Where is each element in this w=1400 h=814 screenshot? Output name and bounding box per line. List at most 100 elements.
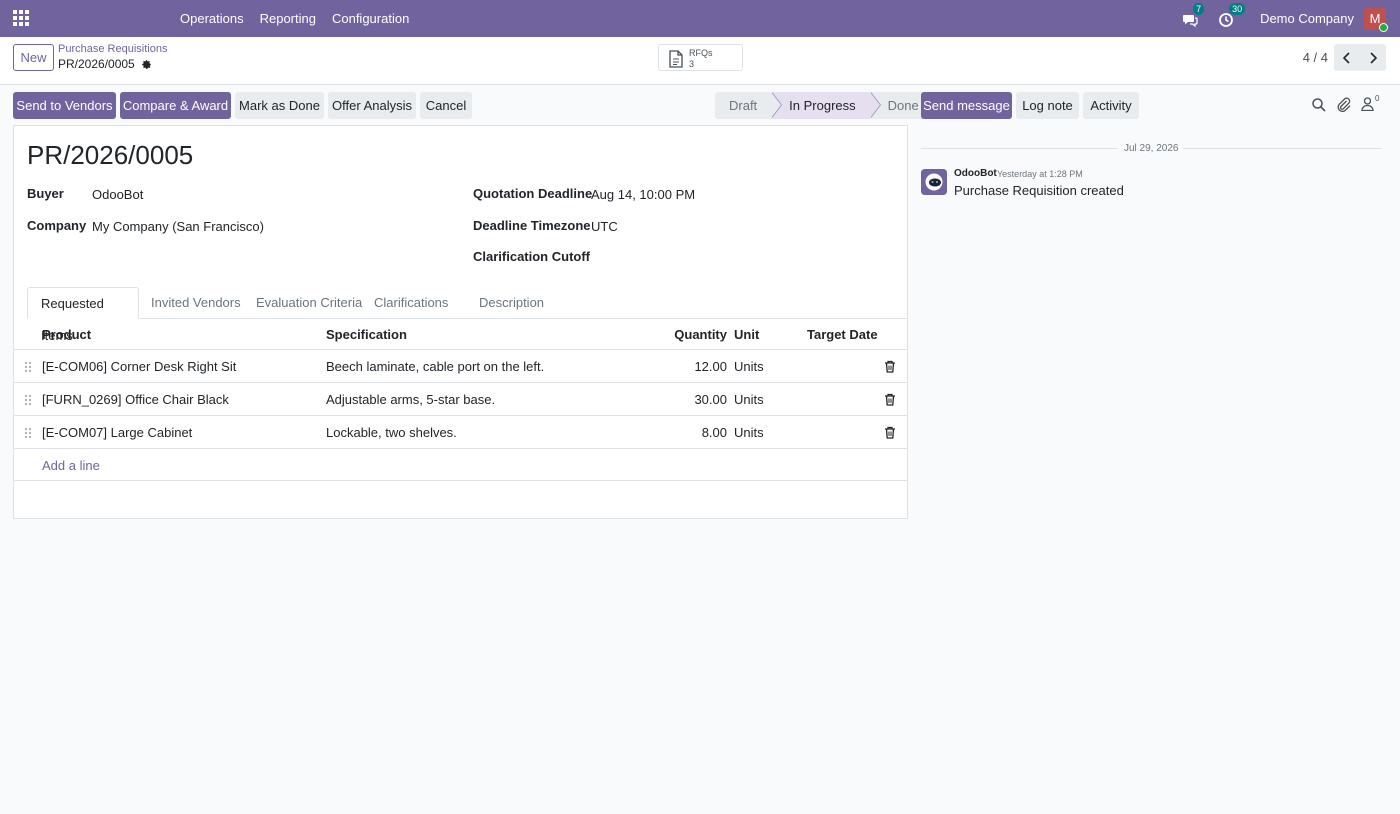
- cell-quantity[interactable]: 12.00: [694, 350, 727, 383]
- date-separator: Jul 29, 2026: [921, 143, 1381, 155]
- top-navbar: Operations Reporting Configuration 7 30 …: [0, 0, 1400, 37]
- app-brand-area: [54, 0, 172, 37]
- column-quantity[interactable]: Quantity: [674, 319, 727, 350]
- paperclip-icon[interactable]: [1336, 97, 1352, 113]
- cell-unit[interactable]: Units: [734, 416, 764, 449]
- chevron-left-icon: [1342, 51, 1350, 64]
- user-icon: [1361, 97, 1374, 111]
- column-target-date[interactable]: Target Date: [807, 319, 878, 350]
- table-row[interactable]: [E-COM06] Corner Desk Right Sit Beech la…: [14, 350, 907, 383]
- pager-next-button[interactable]: [1360, 44, 1386, 71]
- trash-icon[interactable]: [884, 393, 896, 406]
- menu-reporting[interactable]: Reporting: [252, 0, 324, 37]
- activities-badge: 30: [1229, 2, 1246, 15]
- rfqs-smart-button[interactable]: RFQs 3: [658, 44, 743, 71]
- cell-unit[interactable]: Units: [734, 383, 764, 416]
- clarification-cutoff-field[interactable]: [591, 250, 841, 266]
- cell-product[interactable]: [FURN_0269] Office Chair Black: [42, 383, 229, 416]
- tab-evaluation-criteria[interactable]: Evaluation Criteria: [243, 287, 375, 319]
- buyer-field[interactable]: OdooBot: [92, 187, 143, 202]
- odoobot-avatar[interactable]: [921, 169, 947, 195]
- stage-done-label: Done: [887, 98, 919, 113]
- quotation-deadline-label: Quotation Deadline: [473, 186, 593, 201]
- deadline-timezone-label: Deadline Timezone: [473, 218, 591, 233]
- stage-in-progress[interactable]: In Progress: [771, 92, 881, 119]
- deadline-timezone-field[interactable]: UTC: [591, 219, 618, 234]
- cell-quantity[interactable]: 8.00: [702, 416, 727, 449]
- cell-product[interactable]: [E-COM07] Large Cabinet: [42, 416, 192, 449]
- drag-handle-icon[interactable]: [24, 394, 32, 406]
- cell-specification[interactable]: Adjustable arms, 5-star base.: [326, 383, 495, 416]
- menu-operations[interactable]: Operations: [172, 0, 252, 37]
- add-a-line-link[interactable]: Add a line: [42, 458, 100, 473]
- company-switcher[interactable]: Demo Company: [1260, 11, 1354, 26]
- status-bar: Draft In Progress Done: [715, 92, 933, 119]
- mark-as-done-button[interactable]: Mark as Done: [235, 92, 324, 119]
- menu-configuration[interactable]: Configuration: [324, 0, 417, 37]
- trash-icon[interactable]: [884, 360, 896, 373]
- company-label: Company: [27, 218, 87, 233]
- apps-menu-icon[interactable]: [12, 9, 30, 27]
- table-header: Product Specification Quantity Unit Targ…: [14, 319, 907, 350]
- document-icon: [669, 50, 683, 68]
- table-row[interactable]: [E-COM07] Large Cabinet Lockable, two sh…: [14, 416, 907, 449]
- new-button[interactable]: New: [13, 44, 54, 71]
- cell-specification[interactable]: Lockable, two shelves.: [326, 416, 457, 449]
- breadcrumb-current-record: PR/2026/0005: [58, 57, 152, 71]
- send-message-button[interactable]: Send message: [921, 92, 1012, 119]
- rfqs-count: 3: [689, 59, 695, 69]
- buyer-label: Buyer: [27, 186, 64, 201]
- drag-handle-icon[interactable]: [24, 427, 32, 439]
- message-body: Purchase Requisition created: [954, 183, 1124, 198]
- offer-analysis-button[interactable]: Offer Analysis: [328, 92, 416, 119]
- column-specification[interactable]: Specification: [326, 319, 407, 350]
- avatar-initial: M: [1369, 10, 1381, 26]
- gear-icon[interactable]: [141, 59, 152, 70]
- online-status-dot: [1379, 22, 1388, 32]
- table-row[interactable]: [FURN_0269] Office Chair Black Adjustabl…: [14, 383, 907, 416]
- tab-clarifications[interactable]: Clarifications: [361, 287, 461, 319]
- pager-value[interactable]: 4 / 4: [1303, 50, 1328, 65]
- record-title: PR/2026/0005: [27, 140, 194, 170]
- log-note-button[interactable]: Log note: [1016, 92, 1079, 119]
- robot-icon: [921, 169, 947, 195]
- trash-icon[interactable]: [884, 426, 896, 439]
- column-product[interactable]: Product: [42, 319, 91, 350]
- breadcrumb-purchase-requisitions[interactable]: Purchase Requisitions: [58, 43, 167, 55]
- main-menu: Operations Reporting Configuration: [172, 0, 417, 37]
- control-panel: New Purchase Requisitions PR/2026/0005 R…: [0, 37, 1400, 85]
- form-sheet: PR/2026/0005 Buyer OdooBot Company My Co…: [13, 125, 908, 519]
- drag-handle-icon[interactable]: [24, 361, 32, 373]
- clarification-cutoff-label: Clarification Cutoff: [473, 249, 590, 264]
- tab-requested-items[interactable]: Requested Items: [27, 287, 139, 343]
- company-field[interactable]: My Company (San Francisco): [92, 219, 264, 234]
- tab-description[interactable]: Description: [466, 287, 557, 319]
- cell-product[interactable]: [E-COM06] Corner Desk Right Sit: [42, 350, 236, 383]
- cell-quantity[interactable]: 30.00: [694, 383, 727, 416]
- record-name-text: PR/2026/0005: [58, 57, 135, 71]
- activity-button[interactable]: Activity: [1083, 92, 1139, 119]
- search-icon[interactable]: [1311, 97, 1327, 113]
- stage-draft-label: Draft: [729, 98, 758, 113]
- cancel-button[interactable]: Cancel: [420, 92, 472, 119]
- messages-icon[interactable]: 7: [1182, 2, 1206, 29]
- date-separator-text: Jul 29, 2026: [1124, 143, 1179, 154]
- column-unit[interactable]: Unit: [734, 319, 759, 350]
- message-author[interactable]: OdooBot: [954, 168, 997, 179]
- pager-previous-button[interactable]: [1334, 44, 1360, 71]
- followers-button[interactable]: 0: [1361, 94, 1383, 112]
- cell-unit[interactable]: Units: [734, 350, 764, 383]
- compare-award-button[interactable]: Compare & Award: [120, 92, 231, 119]
- tab-invited-vendors[interactable]: Invited Vendors: [138, 287, 254, 319]
- activities-clock-icon[interactable]: 30: [1218, 2, 1246, 29]
- systray: 7 30 Demo Company M: [1182, 0, 1388, 37]
- send-to-vendors-button[interactable]: Send to Vendors: [13, 92, 116, 119]
- user-avatar[interactable]: M: [1364, 7, 1388, 32]
- quotation-deadline-field[interactable]: Aug 14, 10:00 PM: [591, 187, 695, 202]
- cell-specification[interactable]: Beech laminate, cable port on the left.: [326, 350, 544, 383]
- notebook-tabs: Requested Items Invited Vendors Evaluati…: [27, 287, 908, 343]
- stage-in-progress-label: In Progress: [789, 98, 856, 113]
- chevron-right-icon: [1370, 51, 1378, 64]
- rfqs-label: RFQs: [689, 48, 713, 58]
- stage-draft[interactable]: Draft: [715, 92, 783, 119]
